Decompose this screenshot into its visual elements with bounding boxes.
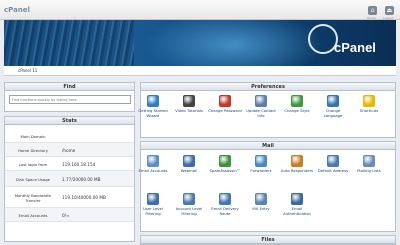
- shortcut-label[interactable]: MX Entry: [244, 206, 278, 212]
- stats-panel: Stats Main Domain Home Directory/home Last…: [4, 116, 135, 242]
- banner-globe-graphic: [144, 20, 324, 66]
- stats-value: 119.10/40000.00 MB: [62, 195, 106, 200]
- files-title: Files: [141, 236, 395, 244]
- webmail-icon[interactable]: [183, 155, 195, 167]
- stats-key: Email Accounts: [18, 212, 48, 218]
- logout-icon[interactable]: ⏏: [385, 6, 394, 15]
- authentication-icon[interactable]: [291, 193, 303, 205]
- top-bar: cPanel ⌂ Home ⏏ Logout: [0, 0, 400, 20]
- stats-row: Main Domain: [5, 129, 134, 143]
- account-filter-icon[interactable]: [183, 193, 195, 205]
- film-icon[interactable]: [183, 95, 195, 107]
- shortcut-label[interactable]: SpamAssassin™: [208, 168, 242, 174]
- breadcrumb: cPanel 11: [4, 66, 396, 76]
- brand-logo[interactable]: cPanel: [4, 6, 30, 14]
- spam-icon[interactable]: [219, 155, 231, 167]
- shortcut-label[interactable]: Webmail: [172, 168, 206, 174]
- header-banner: cPanel: [4, 20, 396, 66]
- shortcut-label[interactable]: Shortcuts: [352, 108, 386, 114]
- mail-title: Mail: [141, 142, 395, 150]
- autoresponder-icon[interactable]: [291, 155, 303, 167]
- find-title: Find: [5, 83, 134, 91]
- stats-key: Last login from: [18, 161, 48, 167]
- shortcut-label[interactable]: User Level Filtering: [136, 206, 170, 216]
- stats-key: Monthly Bandwidth Transfer: [14, 193, 52, 203]
- stats-key: Home Directory: [18, 147, 48, 153]
- stats-row: Home Directory/home: [5, 143, 134, 157]
- language-icon[interactable]: [327, 95, 339, 107]
- shortcut-label[interactable]: Forwarders: [244, 168, 278, 174]
- stats-row: Monthly Bandwidth Transfer 119.10/40000.0…: [5, 187, 134, 208]
- preferences-title: Preferences: [141, 83, 395, 91]
- delivery-route-icon[interactable]: [219, 193, 231, 205]
- shortcut-label[interactable]: Video Tutorials: [172, 108, 206, 114]
- find-input[interactable]: [9, 95, 131, 104]
- wizard-icon[interactable]: [147, 95, 159, 107]
- breadcrumb-text[interactable]: cPanel 11: [18, 68, 37, 73]
- stats-row: Disk Space Usage 1.77/20000.00 MB: [5, 171, 134, 187]
- stats-value: 119.160.18.154: [62, 161, 96, 167]
- user-filter-icon[interactable]: [147, 193, 159, 205]
- star-icon[interactable]: [363, 95, 375, 107]
- contact-icon[interactable]: [255, 95, 267, 107]
- default-address-icon[interactable]: [327, 155, 339, 167]
- style-icon[interactable]: [291, 95, 303, 107]
- shortcut-label[interactable]: Account Level Filtering: [172, 206, 206, 216]
- mailing-list-icon[interactable]: [363, 155, 375, 167]
- shortcut-label[interactable]: Email Accounts: [136, 168, 170, 174]
- banner-cables-graphic: [4, 20, 134, 66]
- shortcut-label[interactable]: Getting Started Wizard: [136, 108, 170, 118]
- find-panel: Find: [4, 82, 135, 112]
- email-icon[interactable]: [147, 155, 159, 167]
- shortcut-label[interactable]: Mailing Lists: [352, 168, 386, 174]
- stats-value: /home: [62, 147, 76, 153]
- forwarders-icon[interactable]: [255, 155, 267, 167]
- shortcut-label[interactable]: Change Language: [316, 108, 350, 118]
- stats-value: 0/∞: [62, 212, 70, 218]
- shortcut-label[interactable]: Change Password: [208, 108, 242, 114]
- stats-key: Disk Space Usage: [16, 176, 50, 182]
- shortcut-label[interactable]: Update Contact Info: [244, 108, 278, 118]
- shortcut-label[interactable]: Change Style: [280, 108, 314, 114]
- stats-key: Main Domain: [20, 133, 46, 139]
- stats-value: 1.77/20000.00 MB: [62, 176, 101, 182]
- mail-panel: Mail Email Accounts Webmail SpamAssassin™ F…: [138, 141, 396, 232]
- home-icon[interactable]: ⌂: [368, 6, 377, 15]
- shortcut-label[interactable]: Email Delivery Route: [208, 206, 242, 216]
- shortcut-label[interactable]: Default Address: [316, 168, 350, 174]
- shortcut-label[interactable]: Email Authentication: [280, 206, 314, 216]
- stats-row: Last login from 119.160.18.154: [5, 157, 134, 171]
- preferences-panel: Preferences Getting Started Wizard Video …: [138, 82, 396, 138]
- password-icon[interactable]: [219, 95, 231, 107]
- shortcut-label[interactable]: Auto Responders: [280, 168, 314, 174]
- cpanel-logo-text: cPanel: [334, 40, 376, 55]
- mx-entry-icon[interactable]: [255, 193, 267, 205]
- stats-title: Stats: [5, 117, 134, 125]
- stats-row: Email Accounts 0/∞: [5, 208, 134, 222]
- files-panel: Files: [140, 235, 396, 245]
